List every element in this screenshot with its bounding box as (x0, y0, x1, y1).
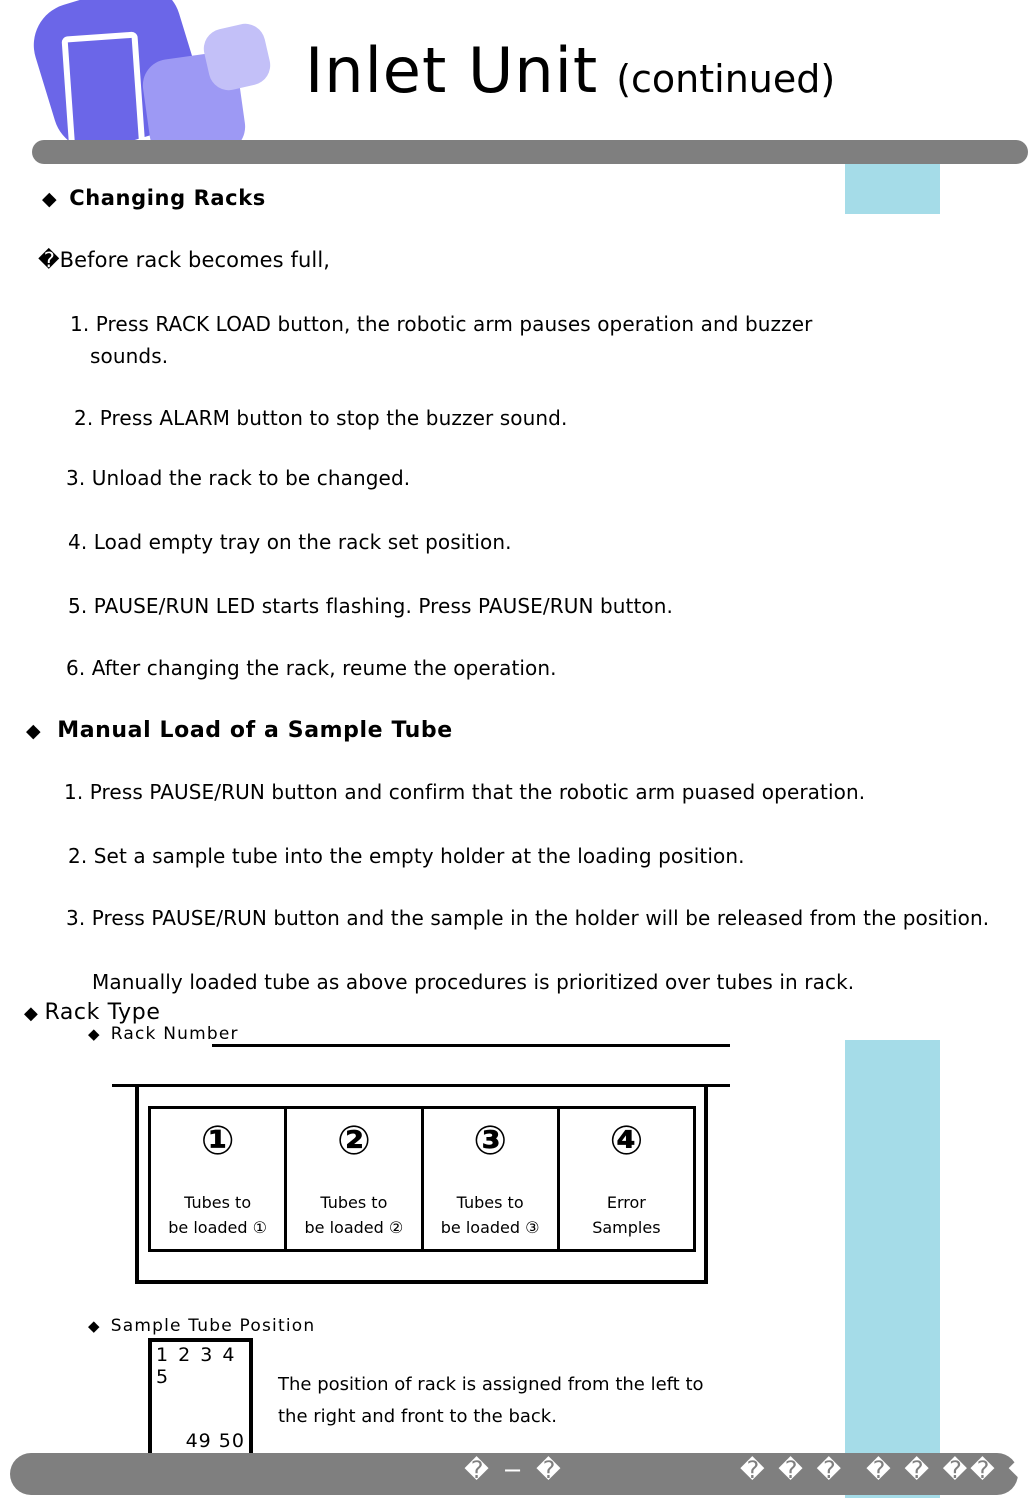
rack-number-underline (212, 1044, 730, 1047)
section-heading-label: Rack Type (44, 1000, 161, 1025)
changing-racks-step-1-line-1: 1. Press RACK LOAD button, the robotic a… (70, 312, 813, 336)
section-heading-changing-racks: ◆ Changing Racks (42, 186, 266, 210)
section-heading-manual-load: ◆ Manual Load of a Sample Tube (26, 718, 453, 743)
changing-racks-step-1-line-2: sounds. (90, 344, 169, 368)
subsection-heading-label: Sample Tube Position (110, 1316, 316, 1336)
manual-load-step-3: 3. Press PAUSE/RUN button and the sample… (66, 906, 990, 930)
changing-racks-step-2: 2. Press ALARM button to stop the buzzer… (74, 406, 568, 430)
subsection-heading-label: Rack Number (110, 1024, 239, 1044)
rack-cell-1: ① Tubes to be loaded ① (151, 1109, 288, 1249)
page-title-suffix: (continued) (616, 57, 836, 101)
changing-racks-step-6: 6. After changing the rack, reume the op… (66, 656, 557, 680)
footer-right-text: � � � � � �� � � � . (740, 1456, 1028, 1484)
diamond-bullet-icon: ◆ (42, 188, 58, 210)
rack-cell-label-line-1: Error (606, 1193, 646, 1212)
changing-racks-step-3: 3. Unload the rack to be changed. (66, 466, 411, 490)
subsection-heading-sample-tube-position: ◆ Sample Tube Position (88, 1316, 315, 1336)
page-title: Inlet Unit (305, 34, 599, 107)
diamond-bullet-icon: ◆ (26, 720, 42, 742)
rack-cell-number: ③ (473, 1118, 508, 1164)
rack-cell-4: ④ Error Samples (560, 1109, 693, 1249)
manual-load-step-1: 1. Press PAUSE/RUN button and confirm th… (64, 780, 866, 804)
rack-cell-label-line-1: Tubes to (320, 1193, 388, 1212)
rack-cell-label-line-2: be loaded ③ (440, 1217, 540, 1237)
rack-cell-label-line-2: be loaded ① (168, 1217, 267, 1237)
header-divider (32, 140, 1028, 164)
changing-racks-step-4: 4. Load empty tray on the rack set posit… (68, 530, 512, 554)
tube-position-last-row: 49 50 (185, 1430, 245, 1452)
subsection-heading-rack-number: ◆ Rack Number (88, 1024, 239, 1044)
manual-load-step-2: 2. Set a sample tube into the empty hold… (68, 844, 745, 868)
diamond-bullet-icon: ◆ (24, 1003, 39, 1024)
footer-right-group-1: � � � (740, 1456, 845, 1484)
tube-position-first-row: 1 2 3 4 5 (156, 1344, 237, 1388)
diamond-bullet-icon: ◆ (88, 1025, 101, 1043)
section-heading-label: Changing Racks (69, 186, 266, 210)
sample-tube-position-description-line-1: The position of rack is assigned from th… (278, 1374, 704, 1395)
accent-block-top (845, 164, 940, 214)
rack-cell-number: ① (200, 1118, 235, 1164)
footer-right-group-2: � � �� � � � . (866, 1456, 1028, 1484)
changing-racks-step-5: 5. PAUSE/RUN LED starts flashing. Press … (68, 594, 673, 618)
manual-load-note: Manually loaded tube as above procedures… (92, 970, 855, 994)
rack-cell-label-line-1: Tubes to (456, 1193, 524, 1212)
rack-cell-3: ③ Tubes to be loaded ③ (424, 1109, 560, 1249)
rack-cell-number: ④ (609, 1118, 644, 1164)
rack-cell-label-line-2: Samples (592, 1217, 661, 1237)
sample-tube-position-grid: 1 2 3 4 5 49 50 (148, 1338, 253, 1458)
accent-block-bottom (845, 1040, 940, 1498)
sample-tube-position-description-line-2: the right and front to the back. (278, 1406, 557, 1427)
section-heading-rack-type: ◆ Rack Type (24, 1000, 161, 1025)
section-heading-label: Manual Load of a Sample Tube (57, 718, 453, 743)
changing-racks-intro: �Before rack becomes full, (38, 248, 331, 272)
page-title-wrap: Inlet Unit (continued) (305, 40, 835, 120)
rack-cell-label-line-1: Tubes to (184, 1193, 252, 1212)
rack-cell-number: ② (336, 1118, 371, 1164)
rack-cell-2: ② Tubes to be loaded ② (287, 1109, 424, 1249)
rack-number-table: ① Tubes to be loaded ① ② Tubes to be loa… (148, 1106, 696, 1252)
diamond-bullet-icon: ◆ (88, 1317, 101, 1335)
rack-cell-label-line-2: be loaded ② (304, 1217, 404, 1237)
